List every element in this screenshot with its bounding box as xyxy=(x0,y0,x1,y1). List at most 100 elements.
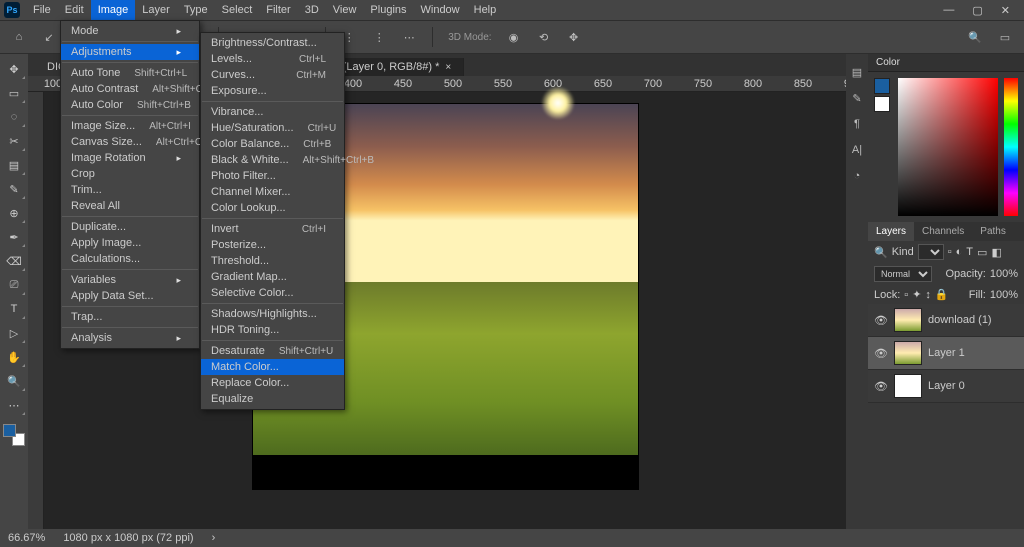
workspace-icon[interactable]: ▭ xyxy=(994,26,1016,48)
tool-button[interactable]: ⌫ xyxy=(2,250,26,272)
3d-icon[interactable]: ⟲ xyxy=(533,26,555,48)
minimize-icon[interactable]: — xyxy=(943,4,954,17)
hue-slider[interactable] xyxy=(1004,78,1018,216)
filter-icon[interactable]: ▫ xyxy=(948,246,952,258)
background-swatch[interactable] xyxy=(874,96,890,112)
more-icon[interactable]: ⋯ xyxy=(398,26,420,48)
menu-item[interactable]: Replace Color... xyxy=(201,375,344,391)
layer-row[interactable]: 👁download (1) xyxy=(868,304,1024,337)
tool-button[interactable]: ⎚ xyxy=(2,274,26,296)
fill-value[interactable]: 100% xyxy=(990,289,1018,301)
menu-item[interactable]: Gradient Map... xyxy=(201,269,344,285)
menu-item[interactable]: Calculations... xyxy=(61,251,199,267)
layer-thumbnail[interactable] xyxy=(894,374,922,398)
menu-item[interactable]: Match Color... xyxy=(201,359,344,375)
tool-button[interactable]: ⋯ xyxy=(2,394,26,416)
menu-item[interactable]: Duplicate... xyxy=(61,219,199,235)
menu-view[interactable]: View xyxy=(326,0,364,20)
menu-item[interactable]: Channel Mixer... xyxy=(201,184,344,200)
filter-icon[interactable]: ▭ xyxy=(977,246,987,259)
menu-item[interactable]: DesaturateShift+Ctrl+U xyxy=(201,343,344,359)
panel-tab-paths[interactable]: Paths xyxy=(972,222,1014,241)
maximize-icon[interactable]: ▢ xyxy=(972,4,982,17)
tool-button[interactable]: 🔍 xyxy=(2,370,26,392)
tool-button[interactable]: ◌ xyxy=(2,106,26,128)
menu-item[interactable]: Mode xyxy=(61,23,199,39)
menu-item[interactable]: Reveal All xyxy=(61,198,199,214)
lock-icon[interactable]: ✦ xyxy=(912,288,921,301)
tool-button[interactable]: ✥ xyxy=(2,58,26,80)
tool-button[interactable]: ✂ xyxy=(2,130,26,152)
layer-row[interactable]: 👁Layer 1 xyxy=(868,337,1024,370)
menu-window[interactable]: Window xyxy=(414,0,467,20)
panel-icon[interactable]: A| xyxy=(849,142,865,158)
menu-image[interactable]: Image xyxy=(91,0,136,20)
blend-mode[interactable]: Normal xyxy=(874,266,932,282)
menu-item[interactable]: Curves...Ctrl+M xyxy=(201,67,344,83)
menu-item[interactable]: Levels...Ctrl+L xyxy=(201,51,344,67)
menu-item[interactable]: Image Size...Alt+Ctrl+I xyxy=(61,118,199,134)
menu-item[interactable]: Vibrance... xyxy=(201,104,344,120)
chevron-right-icon[interactable]: › xyxy=(212,532,216,544)
visibility-icon[interactable]: 👁 xyxy=(874,347,888,360)
menu-item[interactable]: Image Rotation xyxy=(61,150,199,166)
menu-item[interactable]: Color Lookup... xyxy=(201,200,344,216)
layer-row[interactable]: 👁Layer 0 xyxy=(868,370,1024,403)
panel-icon[interactable]: ◔ xyxy=(849,168,865,184)
menu-item[interactable]: Black & White...Alt+Shift+Ctrl+B xyxy=(201,152,344,168)
lock-icon[interactable]: ↕ xyxy=(925,289,931,301)
visibility-icon[interactable]: 👁 xyxy=(874,380,888,393)
panel-icon[interactable]: ¶ xyxy=(849,116,865,132)
menu-item[interactable]: Auto ContrastAlt+Shift+Ctrl+L xyxy=(61,81,199,97)
foreground-swatch[interactable] xyxy=(874,78,890,94)
tool-button[interactable]: T xyxy=(2,298,26,320)
3d-icon[interactable]: ◉ xyxy=(503,26,525,48)
menu-type[interactable]: Type xyxy=(177,0,215,20)
search-icon[interactable]: 🔍 xyxy=(964,26,986,48)
menu-item[interactable]: Variables xyxy=(61,272,199,288)
tool-button[interactable]: ✎ xyxy=(2,178,26,200)
menu-item[interactable]: Apply Image... xyxy=(61,235,199,251)
menu-plugins[interactable]: Plugins xyxy=(363,0,413,20)
opacity-value[interactable]: 100% xyxy=(990,268,1018,280)
3d-icon[interactable]: ✥ xyxy=(563,26,585,48)
arrow-icon[interactable]: ↙ xyxy=(38,26,60,48)
menu-file[interactable]: File xyxy=(26,0,58,20)
close-icon[interactable]: ✕ xyxy=(1001,4,1010,17)
menu-select[interactable]: Select xyxy=(215,0,260,20)
distribute-icon[interactable]: ⋮ xyxy=(368,26,390,48)
lock-icon[interactable]: ▫ xyxy=(904,289,908,301)
menu-item[interactable]: Adjustments xyxy=(61,44,199,60)
menu-item[interactable]: Threshold... xyxy=(201,253,344,269)
menu-item[interactable]: Hue/Saturation...Ctrl+U xyxy=(201,120,344,136)
menu-layer[interactable]: Layer xyxy=(135,0,177,20)
filter-icon[interactable]: ◐ xyxy=(956,246,963,258)
filter-icon[interactable]: T xyxy=(966,246,973,258)
menu-item[interactable]: Color Balance...Ctrl+B xyxy=(201,136,344,152)
layer-thumbnail[interactable] xyxy=(894,341,922,365)
kind-filter[interactable] xyxy=(918,244,944,260)
filter-icon[interactable]: ◧ xyxy=(991,246,1001,259)
tool-button[interactable]: ▤ xyxy=(2,154,26,176)
home-icon[interactable]: ⌂ xyxy=(8,26,30,48)
close-tab-icon[interactable]: × xyxy=(445,62,451,73)
color-field[interactable] xyxy=(898,78,998,216)
panel-tab-channels[interactable]: Channels xyxy=(914,222,972,241)
foreground-color[interactable] xyxy=(3,424,16,437)
color-panel-header[interactable]: Color xyxy=(868,54,1024,72)
menu-item[interactable]: Trim... xyxy=(61,182,199,198)
menu-item[interactable]: Posterize... xyxy=(201,237,344,253)
menu-filter[interactable]: Filter xyxy=(259,0,297,20)
menu-item[interactable]: Auto ColorShift+Ctrl+B xyxy=(61,97,199,113)
menu-item[interactable]: Selective Color... xyxy=(201,285,344,301)
tool-button[interactable]: ✒ xyxy=(2,226,26,248)
menu-item[interactable]: HDR Toning... xyxy=(201,322,344,338)
menu-item[interactable]: Auto ToneShift+Ctrl+L xyxy=(61,65,199,81)
menu-item[interactable]: Canvas Size...Alt+Ctrl+C xyxy=(61,134,199,150)
zoom-level[interactable]: 66.67% xyxy=(8,532,45,544)
panel-icon[interactable]: ✎ xyxy=(849,90,865,106)
panel-icon[interactable]: ▤ xyxy=(849,64,865,80)
lock-icon[interactable]: 🔒 xyxy=(935,288,949,301)
tool-button[interactable]: ▷ xyxy=(2,322,26,344)
tool-button[interactable]: ▭ xyxy=(2,82,26,104)
